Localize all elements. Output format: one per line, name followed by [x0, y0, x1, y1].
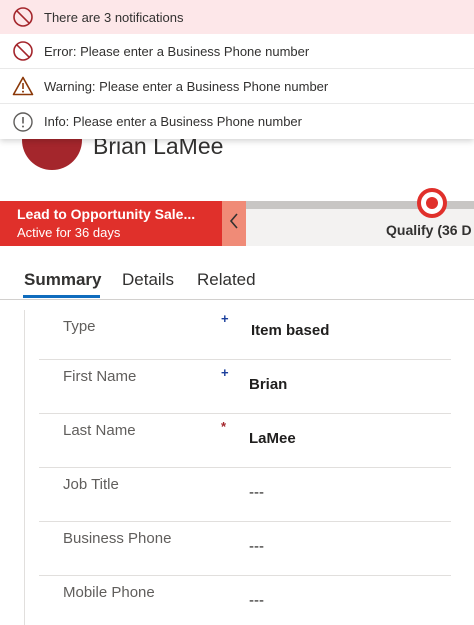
active-tab-indicator	[23, 295, 100, 298]
field-mobile-phone[interactable]: Mobile Phone ---	[39, 576, 451, 625]
field-label: Type	[63, 318, 96, 335]
notification-error[interactable]: Error: Please enter a Business Phone num…	[0, 34, 474, 69]
notification-warning[interactable]: Warning: Please enter a Business Phone n…	[0, 69, 474, 104]
notification-summary-text: There are 3 notifications	[44, 9, 184, 25]
notification-warning-text: Warning: Please enter a Business Phone n…	[44, 78, 329, 94]
field-label: Last Name	[63, 422, 136, 439]
field-value[interactable]: ---	[249, 484, 264, 501]
process-name: Lead to Opportunity Sale...	[17, 206, 196, 222]
recommended-marker: +	[221, 311, 229, 326]
notification-summary[interactable]: There are 3 notifications	[0, 0, 474, 34]
field-type[interactable]: Type + Item based	[39, 306, 451, 360]
warning-triangle-icon	[12, 75, 34, 97]
field-value[interactable]: Brian	[249, 376, 287, 393]
field-value[interactable]: ---	[249, 592, 264, 609]
notification-error-text: Error: Please enter a Business Phone num…	[44, 43, 310, 59]
active-process-flyout[interactable]: Lead to Opportunity Sale... Active for 3…	[0, 201, 222, 246]
stage-marker-qualify[interactable]	[417, 188, 447, 218]
tab-summary[interactable]: Summary	[24, 270, 101, 290]
notification-panel: There are 3 notifications Error: Please …	[0, 0, 474, 139]
notification-info[interactable]: Info: Please enter a Business Phone numb…	[0, 104, 474, 139]
stage-label-qualify[interactable]: Qualify (36 D	[386, 222, 472, 238]
stage-marker-dot	[426, 197, 438, 209]
field-first-name[interactable]: First Name + Brian	[39, 360, 451, 414]
form-tabs: Summary Details Related	[0, 262, 474, 300]
field-label: Mobile Phone	[63, 584, 155, 601]
blocked-icon	[12, 40, 34, 62]
field-value[interactable]: Item based	[251, 322, 329, 339]
process-duration: Active for 36 days	[17, 225, 121, 240]
recommended-marker: +	[221, 365, 229, 380]
field-business-phone[interactable]: Business Phone ---	[39, 522, 451, 576]
field-label: First Name	[63, 368, 137, 385]
blocked-icon	[12, 6, 34, 28]
field-label: Business Phone	[63, 530, 172, 547]
tab-related[interactable]: Related	[197, 270, 256, 290]
summary-section: Type + Item based First Name + Brian Las…	[24, 310, 474, 625]
notification-info-text: Info: Please enter a Business Phone numb…	[44, 114, 302, 129]
field-label: Job Title	[63, 476, 119, 493]
field-last-name[interactable]: Last Name * LaMee	[39, 414, 451, 468]
collapse-process-button[interactable]	[222, 201, 246, 246]
field-value[interactable]: LaMee	[249, 430, 296, 447]
info-icon	[12, 111, 34, 133]
tab-details[interactable]: Details	[122, 270, 174, 290]
required-marker: *	[221, 419, 227, 434]
field-value[interactable]: ---	[249, 538, 264, 555]
field-job-title[interactable]: Job Title ---	[39, 468, 451, 522]
chevron-left-icon	[229, 213, 239, 234]
